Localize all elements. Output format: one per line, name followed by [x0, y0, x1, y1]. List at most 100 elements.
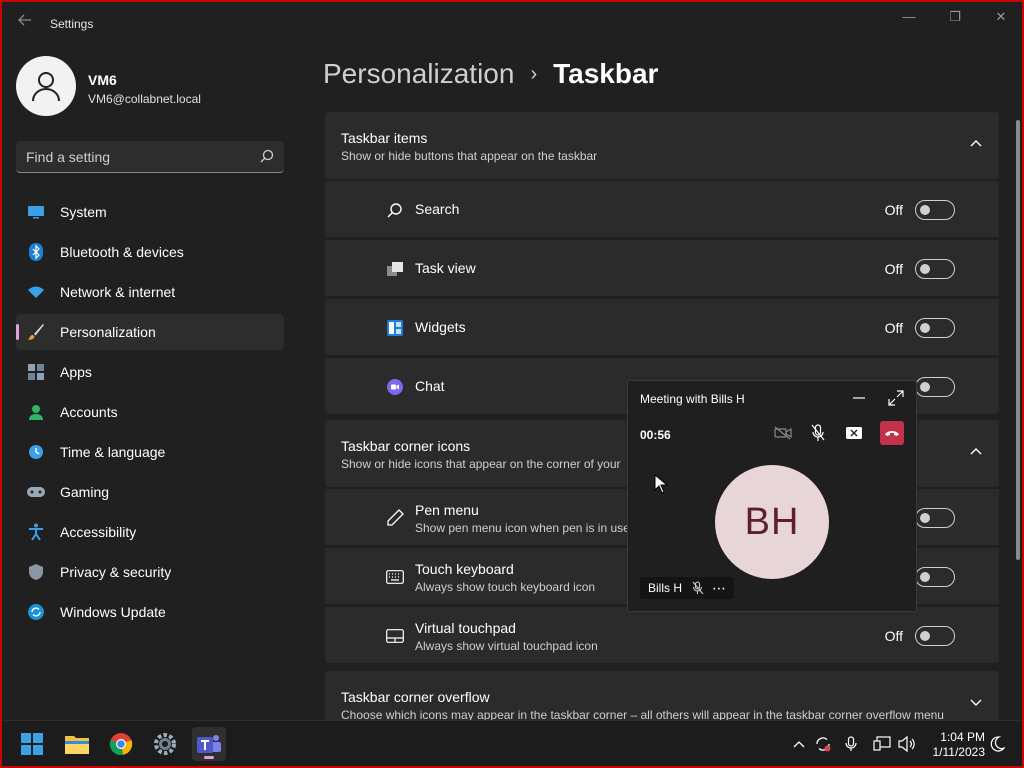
virtual-touchpad-toggle[interactable]	[915, 626, 955, 646]
sidebar-item-accounts[interactable]: Accounts	[16, 394, 284, 430]
settings-icon	[154, 733, 176, 755]
minimize-icon[interactable]	[850, 390, 868, 406]
sidebar-item-bluetooth[interactable]: Bluetooth & devices	[16, 234, 284, 270]
stop-share-button[interactable]	[842, 421, 866, 445]
call-timer: 00:56	[640, 428, 671, 442]
settings-search[interactable]	[16, 141, 284, 173]
corner-overflow-header[interactable]: Taskbar corner overflow Choose which ico…	[325, 671, 999, 722]
setting-row-task-view: Task view Off	[325, 239, 999, 296]
chevron-up-icon[interactable]	[969, 444, 983, 458]
close-button[interactable]: ✕	[986, 6, 1016, 28]
minimize-button[interactable]: —	[894, 6, 924, 28]
camera-off-button[interactable]	[771, 421, 795, 445]
chrome-button[interactable]	[104, 727, 138, 761]
sidebar-item-label: Privacy & security	[60, 564, 172, 580]
meeting-window: Meeting with Bills H 00:56 BH Bills H ⋯	[627, 380, 917, 612]
user-email: VM6@collabnet.local	[88, 92, 201, 106]
sync-tray[interactable]	[814, 735, 832, 753]
sync-icon	[816, 737, 831, 752]
camera-off-icon	[774, 426, 792, 440]
more-options-icon[interactable]: ⋯	[712, 580, 726, 597]
section-title: Taskbar corner overflow	[341, 689, 490, 705]
teams-icon	[197, 735, 221, 753]
search-input[interactable]	[26, 141, 246, 172]
widgets-toggle[interactable]	[915, 318, 955, 338]
setting-row-widgets: Widgets Off	[325, 298, 999, 355]
moon-icon	[990, 736, 1005, 752]
pen-menu-toggle[interactable]	[915, 508, 955, 528]
section-title: Taskbar items	[341, 130, 428, 146]
clock-globe-icon	[27, 443, 45, 461]
setting-sublabel: Show pen menu icon when pen is in use	[415, 521, 630, 535]
section-description: Show or hide icons that appear on the co…	[341, 457, 621, 471]
page-title: Taskbar	[553, 58, 659, 89]
start-icon	[21, 733, 43, 755]
participant-name: Bills H	[648, 581, 683, 595]
mouse-cursor-icon	[654, 474, 668, 494]
setting-label: Touch keyboard	[415, 561, 514, 577]
sidebar-item-label: Apps	[60, 364, 92, 380]
sidebar-item-personalization[interactable]: Personalization	[16, 314, 284, 350]
restore-button[interactable]: ❐	[940, 6, 970, 28]
chrome-icon	[109, 733, 133, 756]
file-explorer-button[interactable]	[60, 727, 94, 761]
focus-assist-tray[interactable]	[988, 735, 1006, 753]
sidebar-item-apps[interactable]: Apps	[16, 354, 284, 390]
setting-label: Pen menu	[415, 502, 479, 518]
section-title: Taskbar corner icons	[341, 438, 471, 454]
search-icon	[386, 201, 404, 219]
chevron-down-icon[interactable]	[969, 695, 983, 709]
teams-button[interactable]	[192, 727, 226, 761]
user-name: VM6	[88, 72, 117, 88]
gamepad-icon	[27, 483, 45, 501]
sidebar-item-gaming[interactable]: Gaming	[16, 474, 284, 510]
sidebar-item-network[interactable]: Network & internet	[16, 274, 284, 310]
mute-button[interactable]	[806, 421, 830, 445]
meeting-title: Meeting with Bills H	[640, 392, 745, 406]
taskbar-items-header[interactable]: Taskbar items Show or hide buttons that …	[325, 112, 999, 179]
sidebar-item-label: System	[60, 204, 107, 220]
setting-row-search: Search Off	[325, 180, 999, 237]
section-description: Show or hide buttons that appear on the …	[341, 149, 598, 163]
network-tray[interactable]	[873, 735, 891, 753]
end-call-button[interactable]	[880, 421, 904, 445]
expand-icon[interactable]	[887, 389, 905, 407]
chevron-up-icon[interactable]	[969, 136, 983, 150]
toggle-state: Off	[884, 320, 903, 336]
search-toggle[interactable]	[915, 200, 955, 220]
volume-tray[interactable]	[898, 735, 916, 753]
toggle-state: Off	[884, 202, 903, 218]
setting-sublabel: Always show virtual touchpad icon	[415, 639, 598, 653]
clock-time: 1:04 PM	[940, 730, 985, 744]
wifi-icon	[27, 283, 45, 301]
task-view-toggle[interactable]	[915, 259, 955, 279]
setting-label: Chat	[415, 378, 445, 394]
sidebar-item-time-language[interactable]: Time & language	[16, 434, 284, 470]
start-button[interactable]	[15, 727, 49, 761]
settings-app-button[interactable]	[148, 727, 182, 761]
sidebar-item-privacy[interactable]: Privacy & security	[16, 554, 284, 590]
scrollbar[interactable]	[1016, 120, 1020, 560]
sidebar-item-system[interactable]: System	[16, 194, 284, 230]
volume-icon	[898, 736, 915, 752]
sidebar-nav: System Bluetooth & devices Network & int…	[16, 194, 284, 634]
system-icon	[27, 203, 45, 221]
system-clock[interactable]: 1:04 PM 1/11/2023	[925, 730, 986, 760]
file-explorer-icon	[65, 736, 89, 754]
toggle-state: Off	[884, 628, 903, 644]
participant-label: Bills H ⋯	[640, 577, 735, 599]
touch-keyboard-toggle[interactable]	[915, 567, 955, 587]
chat-toggle[interactable]	[915, 377, 955, 397]
show-hidden-icons[interactable]	[790, 735, 808, 753]
clock-date: 1/11/2023	[932, 745, 986, 759]
stop-share-icon	[846, 427, 862, 439]
user-avatar[interactable]	[16, 56, 76, 116]
sidebar-item-accessibility[interactable]: Accessibility	[16, 514, 284, 550]
setting-row-virtual-touchpad: Virtual touchpad Always show virtual tou…	[325, 606, 999, 663]
back-arrow-icon[interactable]	[14, 12, 36, 34]
breadcrumb-parent[interactable]: Personalization	[323, 58, 514, 90]
microphone-tray[interactable]	[842, 735, 860, 753]
accounts-icon	[27, 403, 45, 421]
mic-off-icon	[692, 581, 704, 595]
sidebar-item-windows-update[interactable]: Windows Update	[16, 594, 284, 630]
